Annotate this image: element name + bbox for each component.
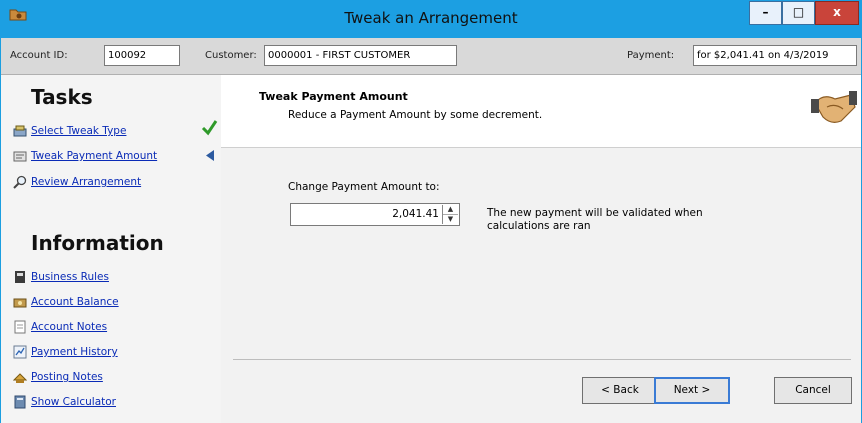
history-icon bbox=[13, 345, 27, 359]
posting-icon bbox=[13, 373, 27, 383]
close-button[interactable]: x bbox=[815, 1, 859, 25]
payment-field: for $2,041.41 on 4/3/2019 bbox=[693, 45, 857, 66]
stepper-buttons: ▲ ▼ bbox=[442, 205, 458, 224]
payment-amount-label: Change Payment Amount to: bbox=[288, 181, 440, 193]
edit-icon bbox=[13, 151, 27, 162]
nav-posting-notes[interactable]: Posting Notes bbox=[13, 368, 103, 386]
current-step-arrow-icon bbox=[206, 150, 214, 161]
nav-account-notes[interactable]: Account Notes bbox=[13, 318, 107, 336]
nav-show-calculator[interactable]: Show Calculator bbox=[13, 393, 116, 411]
nav-tweak-payment-amount[interactable]: Tweak Payment Amount bbox=[13, 147, 157, 165]
nav-account-balance[interactable]: Account Balance bbox=[13, 293, 119, 311]
checkmark-icon bbox=[201, 120, 218, 136]
nav-label: Account Balance bbox=[31, 296, 119, 308]
nav-review-arrangement[interactable]: Review Arrangement bbox=[13, 173, 141, 191]
nav-select-tweak-type[interactable]: Select Tweak Type bbox=[13, 122, 126, 140]
nav-label: Show Calculator bbox=[31, 396, 116, 408]
nav-label: Account Notes bbox=[31, 321, 108, 333]
cancel-button[interactable]: Cancel bbox=[774, 377, 852, 404]
nav-label: Payment History bbox=[31, 346, 118, 358]
handshake-icon bbox=[811, 91, 857, 123]
information-heading: Information bbox=[31, 231, 164, 255]
step-title: Tweak Payment Amount bbox=[259, 90, 408, 103]
rules-book-icon bbox=[15, 271, 25, 283]
nav-label: Posting Notes bbox=[31, 371, 103, 383]
wizard-main-panel: Tweak Payment Amount Reduce a Payment Am… bbox=[221, 75, 861, 423]
magnifier-icon bbox=[13, 175, 27, 189]
nav-business-rules[interactable]: Business Rules bbox=[13, 268, 109, 286]
button-divider bbox=[233, 359, 851, 360]
step-header: Tweak Payment Amount Reduce a Payment Am… bbox=[221, 75, 861, 148]
payment-label: Payment: bbox=[627, 50, 675, 61]
validation-hint: The new payment will be validated when c… bbox=[487, 207, 703, 232]
title-bar[interactable]: Tweak an Arrangement – □ x bbox=[0, 0, 862, 38]
calculator-icon bbox=[14, 395, 26, 409]
minimize-button[interactable]: – bbox=[749, 1, 782, 25]
nav-label: Select Tweak Type bbox=[31, 125, 127, 137]
nav-label: Review Arrangement bbox=[31, 176, 142, 188]
account-info-bar: Account ID: 100092 Customer: 0000001 - F… bbox=[1, 38, 861, 75]
app-window: Tweak an Arrangement – □ x Account ID: 1… bbox=[0, 0, 862, 423]
wand-icon bbox=[13, 125, 27, 137]
notes-icon bbox=[14, 320, 26, 334]
payment-amount-value[interactable]: 2,041.41 bbox=[392, 208, 439, 220]
tasks-heading: Tasks bbox=[31, 85, 93, 109]
step-description: Reduce a Payment Amount by some decremen… bbox=[288, 109, 543, 121]
decrement-button[interactable]: ▼ bbox=[443, 215, 458, 224]
nav-payment-history[interactable]: Payment History bbox=[13, 343, 118, 361]
customer-label: Customer: bbox=[205, 50, 257, 61]
account-id-label: Account ID: bbox=[10, 50, 68, 61]
payment-amount-stepper[interactable]: 2,041.41 ▲ ▼ bbox=[290, 203, 460, 226]
window-title: Tweak an Arrangement bbox=[344, 9, 518, 27]
account-id-field: 100092 bbox=[104, 45, 180, 66]
customer-field: 0000001 - FIRST CUSTOMER bbox=[264, 45, 457, 66]
next-button[interactable]: Next > bbox=[654, 377, 730, 404]
back-button[interactable]: < Back bbox=[582, 377, 658, 404]
nav-label: Tweak Payment Amount bbox=[31, 150, 158, 162]
maximize-button[interactable]: □ bbox=[782, 1, 815, 25]
nav-label: Business Rules bbox=[31, 271, 109, 283]
left-task-panel: Tasks Select Tweak Type Tweak Payment Am… bbox=[1, 75, 221, 423]
increment-button[interactable]: ▲ bbox=[443, 205, 458, 215]
balance-icon bbox=[13, 298, 27, 308]
